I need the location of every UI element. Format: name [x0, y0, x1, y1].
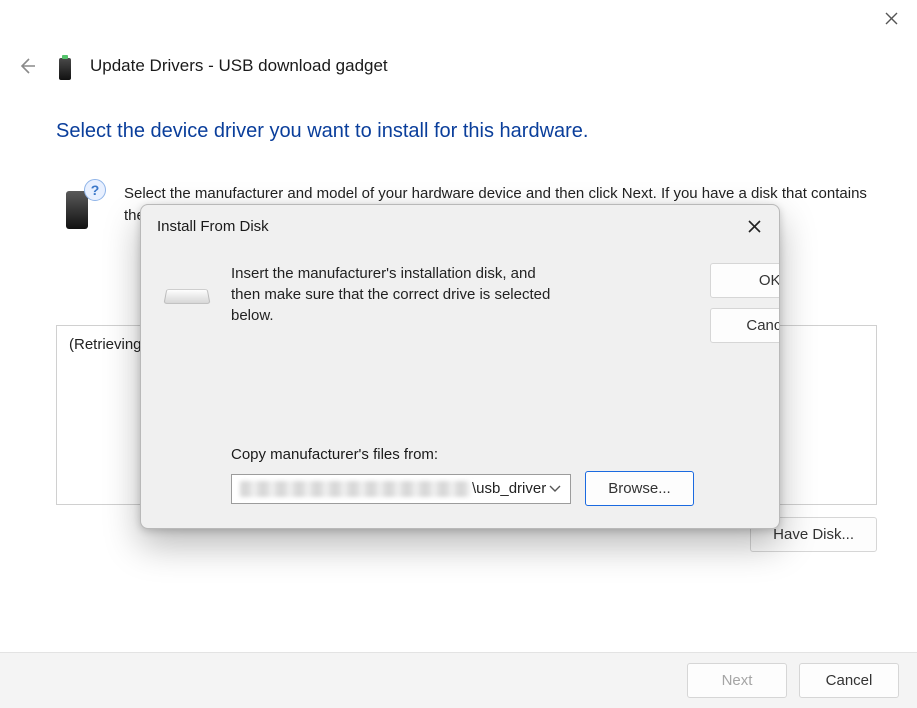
path-row: \usb_driver Browse...: [231, 471, 694, 506]
dialog-body: Insert the manufacturer's installation d…: [141, 247, 779, 528]
chevron-down-icon: [546, 480, 564, 497]
dialog-cancel-button[interactable]: Cancel: [710, 308, 780, 343]
arrow-left-icon: [17, 56, 37, 76]
question-mark-icon: ?: [84, 179, 106, 201]
path-visible-suffix: \usb_driver: [472, 480, 546, 497]
dialog-instruction: Insert the manufacturer's installation d…: [231, 263, 561, 326]
device-help-icon: ?: [56, 183, 104, 231]
back-button[interactable]: [14, 53, 40, 79]
copy-from-block: Copy manufacturer's files from: \usb_dri…: [231, 446, 694, 506]
wizard-header: Update Drivers - USB download gadget: [14, 52, 388, 80]
path-combobox[interactable]: \usb_driver: [231, 474, 571, 504]
browse-button[interactable]: Browse...: [585, 471, 694, 506]
close-icon: [885, 12, 898, 25]
device-icon: [54, 52, 76, 80]
wizard-footer: Next Cancel: [0, 652, 917, 708]
dialog-title: Install From Disk: [157, 218, 269, 235]
dialog-close-button[interactable]: [739, 213, 769, 239]
redacted-path: [240, 481, 470, 497]
instruction-heading: Select the device driver you want to ins…: [56, 120, 877, 143]
drive-icon: [159, 273, 215, 317]
ok-button[interactable]: OK: [710, 263, 780, 298]
list-status-text: (Retrieving: [69, 336, 142, 353]
cancel-button[interactable]: Cancel: [799, 663, 899, 698]
dialog-main: Insert the manufacturer's installation d…: [231, 263, 694, 506]
dialog-header: Install From Disk: [141, 205, 779, 247]
wizard-title: Update Drivers - USB download gadget: [90, 56, 388, 76]
copy-from-label: Copy manufacturer's files from:: [231, 446, 694, 463]
close-icon: [748, 220, 761, 233]
dialog-button-column: OK Cancel: [710, 263, 780, 506]
next-button[interactable]: Next: [687, 663, 787, 698]
window-close-button[interactable]: [879, 6, 903, 30]
install-from-disk-dialog: Install From Disk Insert the manufacture…: [140, 204, 780, 529]
